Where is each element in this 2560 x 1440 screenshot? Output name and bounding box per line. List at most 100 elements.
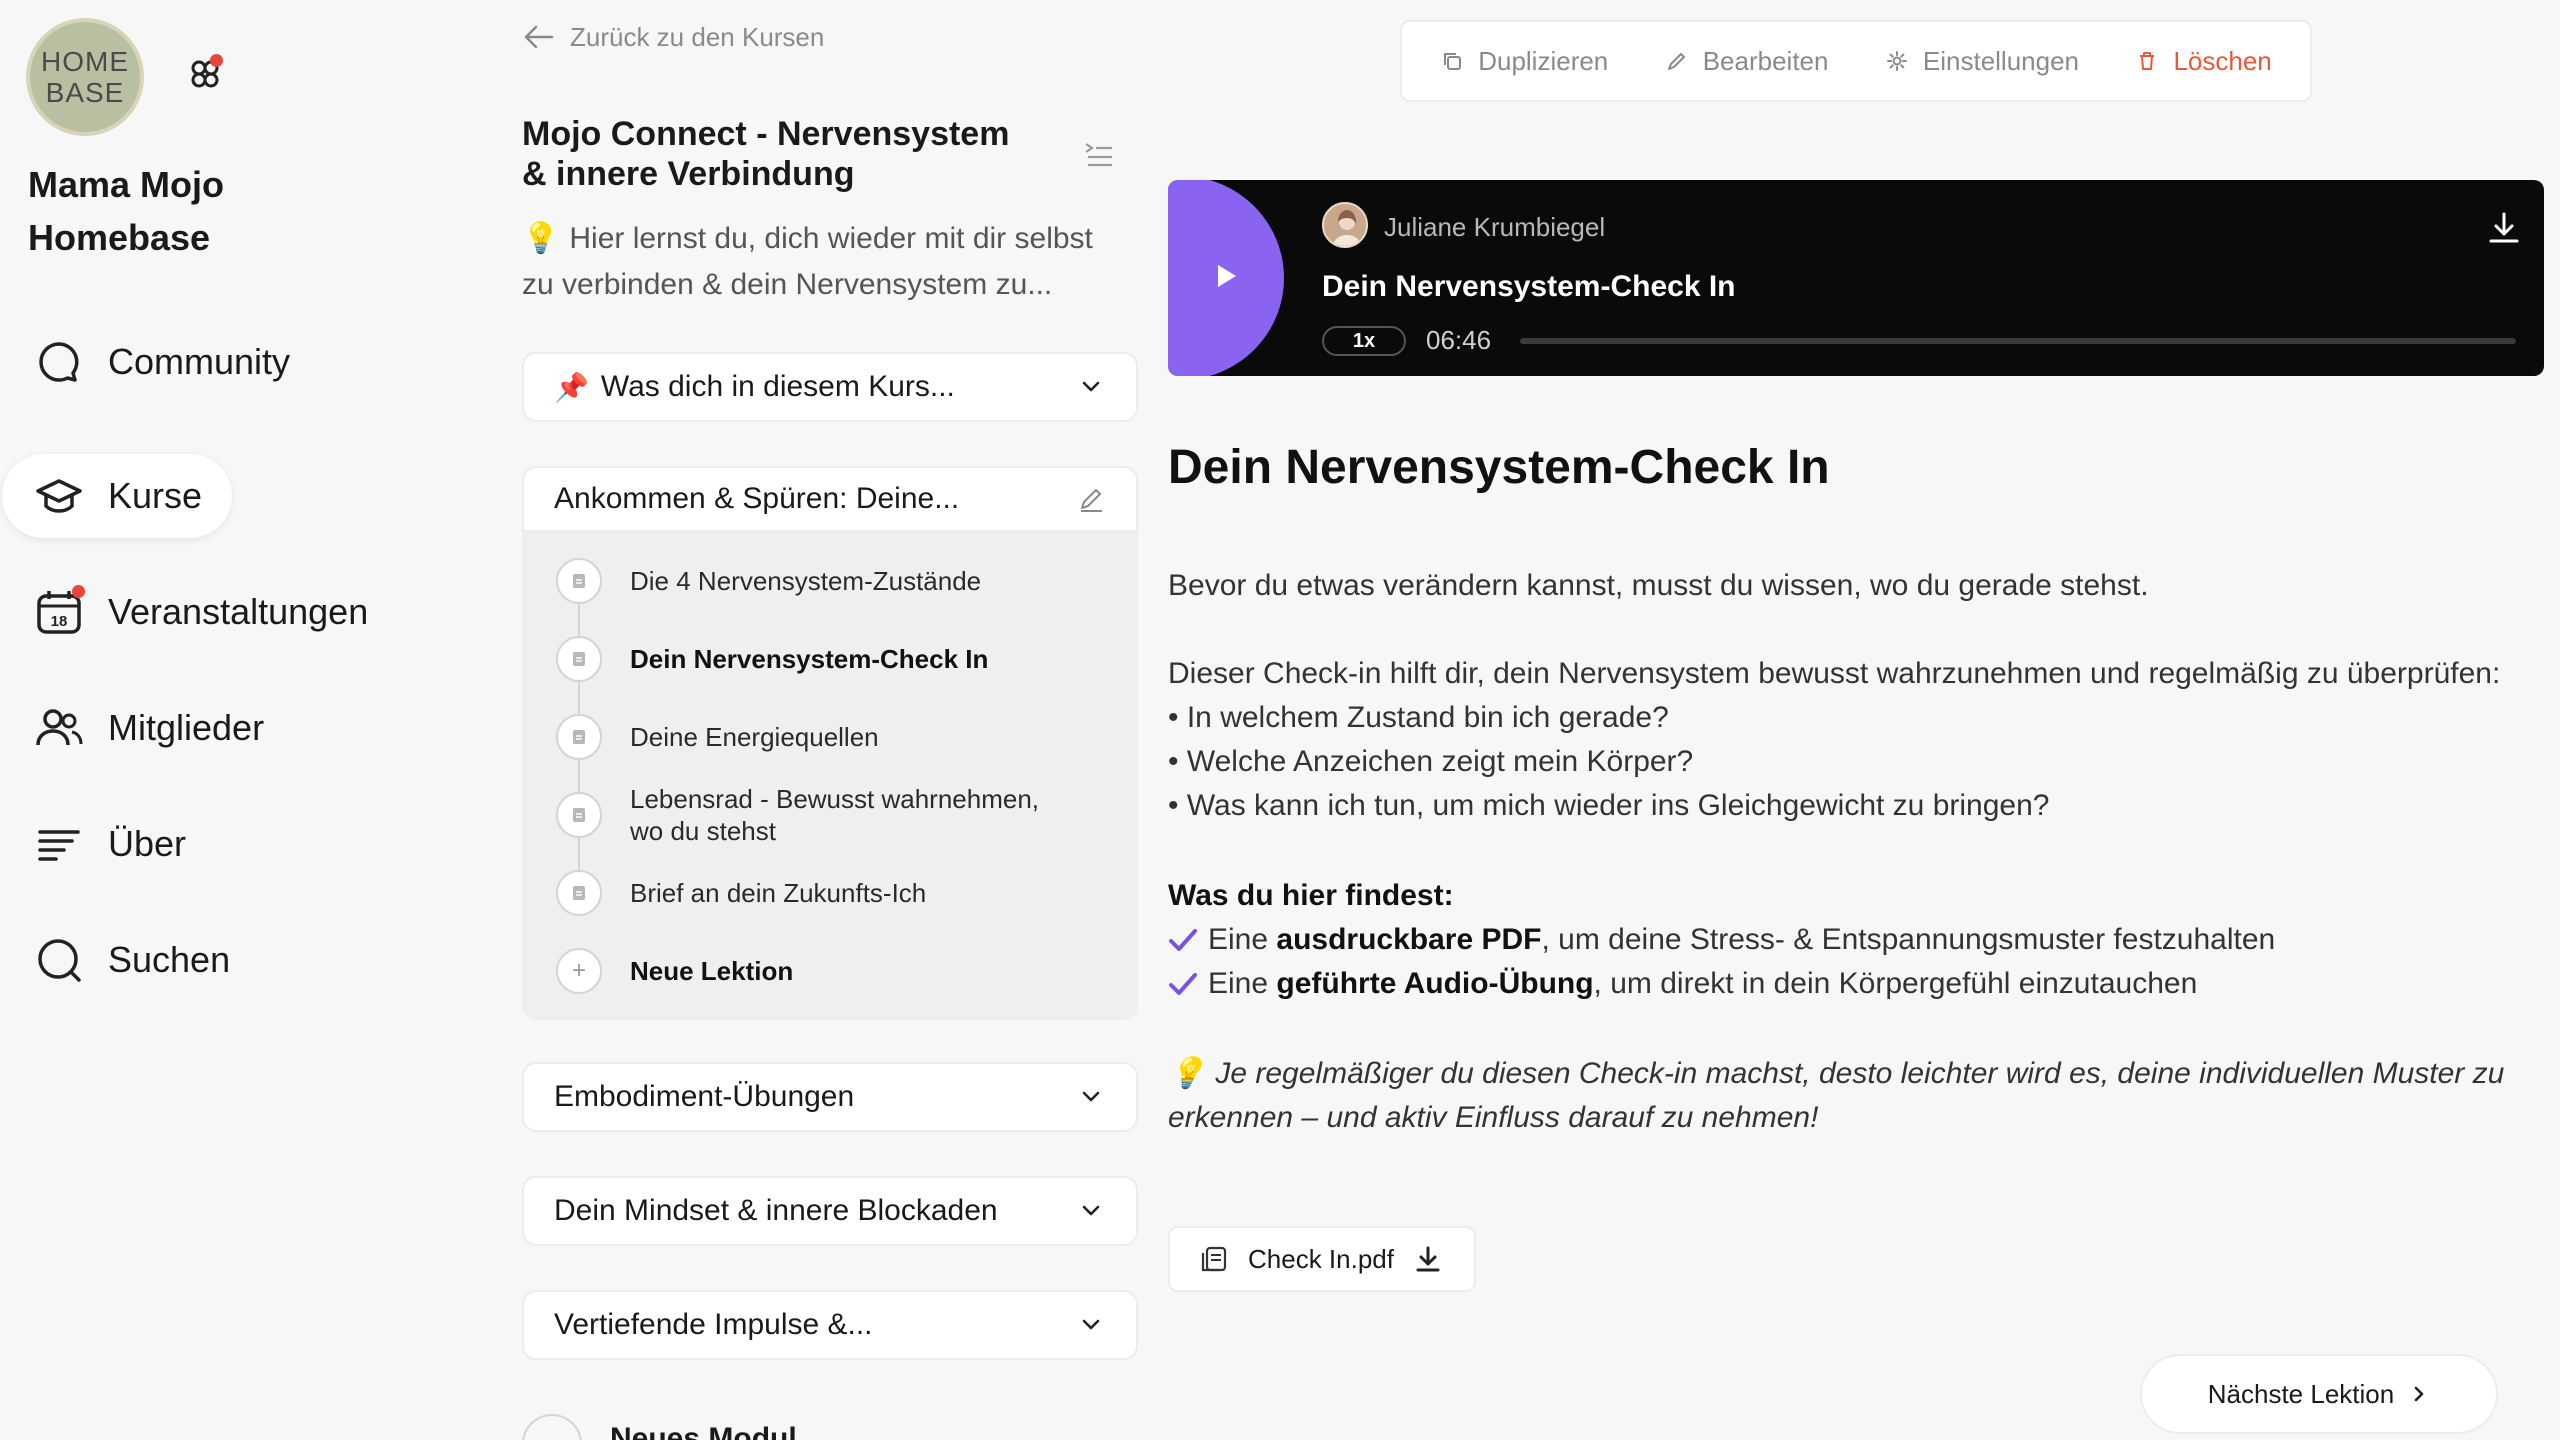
new-module-button[interactable] bbox=[522, 1414, 582, 1440]
duplicate-label: Duplizieren bbox=[1478, 45, 1609, 76]
edit-pencil-icon[interactable] bbox=[1076, 484, 1106, 514]
graduation-cap-icon bbox=[34, 471, 84, 521]
playback-speed-button[interactable]: 1x bbox=[1322, 326, 1406, 356]
community-name: Mama Mojo Homebase bbox=[28, 164, 225, 258]
audio-download-button[interactable] bbox=[2484, 208, 2524, 248]
lesson-item-active[interactable]: Dein Nervensystem-Check In bbox=[522, 620, 1138, 698]
chevron-down-icon bbox=[1076, 1196, 1106, 1226]
toggle-outline-button[interactable] bbox=[1082, 138, 1116, 172]
logo-line-1: HOME bbox=[41, 46, 129, 77]
arrow-left-icon bbox=[522, 20, 556, 54]
nav-suchen[interactable]: Suchen bbox=[2, 918, 230, 1002]
nav-community[interactable]: Community bbox=[2, 320, 290, 404]
lesson-title: Die 4 Nervensystem-Zustände bbox=[630, 566, 982, 596]
settings-button[interactable]: Einstellungen bbox=[1885, 46, 2079, 77]
copy-icon bbox=[1440, 49, 1464, 73]
nav-kurse-label: Kurse bbox=[108, 475, 203, 516]
pdf-download-button[interactable]: Check In.pdf bbox=[1168, 1226, 1476, 1292]
chevron-down-icon bbox=[1076, 1310, 1106, 1340]
nav-mitglieder-label: Mitglieder bbox=[108, 707, 265, 748]
nav-kurse[interactable]: Kurse bbox=[2, 454, 233, 538]
module-header[interactable]: Ankommen & Spüren: Deine... bbox=[522, 466, 1138, 532]
duplicate-button[interactable]: Duplizieren bbox=[1440, 46, 1608, 77]
outline-list-icon bbox=[1085, 143, 1112, 167]
lesson-item[interactable]: Lebensrad - Bewusst wahrnehmen, wo du st… bbox=[522, 776, 1138, 854]
lesson-item[interactable]: Deine Energiequellen bbox=[522, 698, 1138, 776]
notifications-button[interactable] bbox=[183, 52, 227, 96]
audio-player: Juliane Krumbiegel Dein Nervensystem-Che… bbox=[1168, 180, 2544, 376]
delete-label: Löschen bbox=[2173, 45, 2272, 76]
course-title: Mojo Connect - Nervensystem & innere Ver… bbox=[522, 115, 1010, 193]
find-item: Eine ausdruckbare PDF, um deine Stress- … bbox=[1168, 918, 2548, 962]
lesson-intro: Bevor du etwas verändern kannst, musst d… bbox=[1168, 569, 2149, 602]
gear-icon bbox=[1885, 49, 1909, 73]
bullet-item: • Was kann ich tun, um mich wieder ins G… bbox=[1168, 789, 2050, 822]
module-title: Ankommen & Spüren: Deine... bbox=[554, 482, 960, 515]
module-mindset[interactable]: Dein Mindset & innere Blockaden bbox=[522, 1176, 1138, 1246]
lesson-heading: Dein Nervensystem-Check In bbox=[1168, 441, 1830, 494]
document-icon bbox=[556, 714, 602, 760]
lesson-lead: Dieser Check-in hilft dir, dein Nervensy… bbox=[1168, 657, 2501, 690]
audio-title: Dein Nervensystem-Check In bbox=[1322, 270, 1736, 303]
nav-suchen-label: Suchen bbox=[108, 939, 231, 980]
lesson-tip-text: Je regelmäßiger du diesen Check-in machs… bbox=[1168, 1057, 2505, 1134]
file-name: Check In.pdf bbox=[1248, 1243, 1394, 1274]
download-icon bbox=[1412, 1243, 1444, 1275]
lesson-item[interactable]: Die 4 Nervensystem-Zustände bbox=[522, 542, 1138, 620]
lesson-item[interactable]: Brief an dein Zukunfts-Ich bbox=[522, 854, 1138, 932]
nav-community-label: Community bbox=[108, 341, 291, 382]
trash-icon bbox=[2135, 49, 2159, 73]
find-heading: Was du hier findest: bbox=[1168, 879, 1454, 912]
lesson-title: Brief an dein Zukunfts-Ich bbox=[630, 878, 927, 908]
lesson-toolbar: Duplizieren Bearbeiten Einstellungen Lös… bbox=[1400, 20, 2312, 102]
course-description: 💡 Hier lernst du, dich wieder mit dir sel… bbox=[522, 216, 1132, 308]
nav-ueber-label: Über bbox=[108, 823, 187, 864]
pencil-icon bbox=[1665, 49, 1689, 73]
play-icon bbox=[1218, 265, 1236, 287]
course-description-text: Hier lernst du, dich wieder mit dir selb… bbox=[522, 222, 1093, 301]
next-lesson-label: Nächste Lektion bbox=[2207, 1378, 2395, 1409]
lesson-tip: 💡 Je regelmäßiger du diesen Check-in mach… bbox=[1168, 1052, 2540, 1140]
checkmark-icon bbox=[1169, 973, 1197, 995]
new-lesson-label: Neue Lektion bbox=[630, 956, 794, 986]
logo-line-2: BASE bbox=[45, 77, 125, 108]
delete-button[interactable]: Löschen bbox=[2135, 45, 2272, 77]
pushpin-icon: 📌 bbox=[554, 371, 589, 403]
chevron-right-icon bbox=[2408, 1383, 2430, 1405]
file-icon bbox=[1198, 1243, 1230, 1275]
lesson-checklist-block: Dieser Check-in hilft dir, dein Nervensy… bbox=[1168, 652, 2548, 828]
module-title: Embodiment-Übungen bbox=[554, 1080, 855, 1113]
audio-progress-track[interactable] bbox=[1520, 338, 2516, 344]
next-lesson-button[interactable]: Nächste Lektion bbox=[2140, 1354, 2498, 1434]
new-module-label[interactable]: Neues Modul bbox=[610, 1422, 797, 1440]
module-title: Dein Mindset & innere Blockaden bbox=[554, 1194, 998, 1227]
author-avatar bbox=[1322, 202, 1368, 248]
audio-duration: 06:46 bbox=[1426, 325, 1492, 355]
calendar-day: 18 bbox=[51, 613, 68, 630]
module-embodiment[interactable]: Embodiment-Übungen bbox=[522, 1062, 1138, 1132]
module-ankommen: Ankommen & Spüren: Deine... Die 4 Nerven… bbox=[522, 466, 1138, 1020]
notification-dot bbox=[210, 54, 223, 67]
document-icon bbox=[556, 870, 602, 916]
sidebar: HOME BASE Mama Mojo Homebase Community K… bbox=[0, 0, 500, 1440]
lesson-title: Deine Energiequellen bbox=[630, 722, 879, 752]
chevron-down-icon bbox=[1076, 372, 1106, 402]
new-lesson-button[interactable]: + Neue Lektion bbox=[522, 932, 1138, 1010]
bullet-item: • In welchem Zustand bin ich gerade? bbox=[1168, 701, 1669, 734]
module-impulse[interactable]: Vertiefende Impulse &... bbox=[522, 1290, 1138, 1360]
nav-mitglieder[interactable]: Mitglieder bbox=[2, 686, 264, 770]
checkmark-icon bbox=[1169, 929, 1197, 951]
nav-veranstaltungen-label: Veranstaltungen bbox=[108, 591, 369, 632]
community-logo[interactable]: HOME BASE bbox=[26, 18, 144, 136]
back-to-courses-link[interactable]: Zurück zu den Kursen bbox=[522, 20, 824, 54]
document-icon bbox=[556, 636, 602, 682]
intro-card[interactable]: 📌 Was dich in diesem Kurs... bbox=[522, 352, 1138, 422]
edit-button[interactable]: Bearbeiten bbox=[1665, 46, 1828, 77]
play-button[interactable] bbox=[1168, 180, 1284, 376]
lesson-title: Lebensrad - Bewusst wahrnehmen, wo du st… bbox=[630, 784, 1040, 846]
nav-veranstaltungen[interactable]: 18 Veranstaltungen bbox=[2, 570, 368, 654]
lesson-list: Die 4 Nervensystem-Zustände Dein Nervens… bbox=[522, 532, 1138, 1020]
download-icon bbox=[2489, 212, 2519, 243]
module-title: Vertiefende Impulse &... bbox=[554, 1308, 873, 1341]
nav-ueber[interactable]: Über bbox=[2, 802, 186, 886]
